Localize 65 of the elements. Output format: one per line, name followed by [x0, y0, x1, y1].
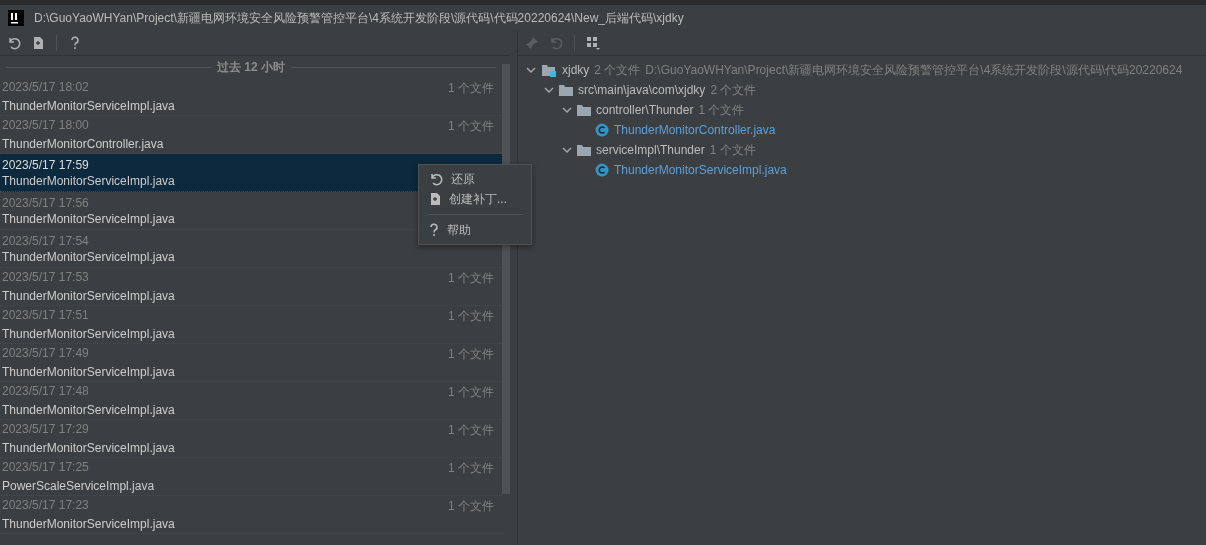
- file-count: 1 个文件: [448, 270, 494, 287]
- timestamp: 2023/5/17 17:53: [2, 270, 89, 286]
- file-name: ThunderMonitorServiceImpl.java: [2, 289, 175, 303]
- folder-name: src\main\java\com\xjdky: [578, 83, 706, 97]
- file-count: 1 个文件: [448, 308, 494, 325]
- file-count: 1 个文件: [448, 498, 494, 515]
- undo-icon: [549, 36, 563, 50]
- folder-icon: [577, 104, 591, 116]
- timestamp: 2023/5/17 18:00: [2, 118, 89, 134]
- folder-name: xjdky: [562, 63, 590, 77]
- file-name: ThunderMonitorController.java: [614, 123, 776, 137]
- group-label: 过去 12 小时: [217, 58, 285, 76]
- file-count: 1 个文件: [709, 141, 756, 159]
- chevron-down-icon[interactable]: [526, 65, 536, 75]
- grid-icon: [586, 36, 600, 50]
- chevron-down-icon[interactable]: [562, 105, 572, 115]
- file-name: ThunderMonitorServiceImpl.java: [2, 517, 175, 531]
- folder-path: D:\GuoYaoWHYan\Project\新疆电网环境安全风险预警管控平台\4系统开发阶段\源代码\代码20220624: [645, 61, 1183, 79]
- file-count: 1 个文件: [698, 101, 745, 119]
- class-icon: [595, 123, 609, 137]
- timestamp: 2023/5/17 17:59: [2, 157, 89, 172]
- timestamp: 2023/5/17 17:25: [2, 460, 89, 476]
- timestamp: 2023/5/17 17:54: [2, 233, 89, 248]
- file-name: ThunderMonitorServiceImpl.java: [2, 211, 175, 226]
- help-icon: [429, 223, 439, 237]
- file-count: 1 个文件: [448, 346, 494, 363]
- file-name: ThunderMonitorServiceImpl.java: [2, 403, 175, 417]
- file-count: 1 个文件: [448, 422, 494, 439]
- folder-name: serviceImpl\Thunder: [596, 143, 705, 157]
- timestamp: 2023/5/17 17:51: [2, 308, 89, 324]
- module-folder-icon: [541, 63, 557, 77]
- file-name: PowerScaleServiceImpl.java: [2, 479, 155, 493]
- file-count: 2 个文件: [594, 61, 641, 79]
- file-count: 1 个文件: [448, 118, 494, 135]
- timestamp: 2023/5/17 17:23: [2, 498, 89, 514]
- file-name: ThunderMonitorServiceImpl.java: [2, 249, 175, 264]
- file-count: 2 个文件: [710, 81, 757, 99]
- window-title: D:\GuoYaoWHYan\Project\新疆电网环境安全风险预警管控平台\4系统开发阶段\源代码\代码20220624\New_后端代码\xjdky: [34, 9, 684, 27]
- file-count: 1 个文件: [448, 460, 494, 477]
- document-plus-icon: [32, 36, 44, 50]
- folder-name: controller\Thunder: [596, 103, 694, 117]
- file-count: 1 个文件: [448, 384, 494, 401]
- timestamp: 2023/5/17 17:29: [2, 422, 89, 438]
- file-name: ThunderMonitorController.java: [2, 137, 164, 151]
- app-logo-icon: [8, 10, 24, 26]
- undo-icon: [429, 172, 443, 186]
- file-name: ThunderMonitorServiceImpl.java: [2, 441, 175, 455]
- timestamp: 2023/5/17 17:56: [2, 195, 89, 210]
- file-name: ThunderMonitorServiceImpl.java: [2, 173, 175, 188]
- timestamp: 2023/5/17 18:02: [2, 80, 89, 96]
- chevron-down-icon[interactable]: [562, 145, 572, 155]
- folder-icon: [559, 84, 573, 96]
- undo-icon: [7, 36, 21, 50]
- class-icon: [595, 163, 609, 177]
- document-plus-icon: [429, 192, 441, 206]
- file-name: ThunderMonitorServiceImpl.java: [2, 365, 175, 379]
- file-name: ThunderMonitorServiceImpl.java: [614, 163, 787, 177]
- folder-icon: [577, 144, 591, 156]
- help-icon: [70, 36, 80, 50]
- file-count: 1 个文件: [448, 80, 494, 97]
- file-name: ThunderMonitorServiceImpl.java: [2, 327, 175, 341]
- file-name: ThunderMonitorServiceImpl.java: [2, 99, 175, 113]
- timestamp: 2023/5/17 17:48: [2, 384, 89, 400]
- timestamp: 2023/5/17 17:49: [2, 346, 89, 362]
- chevron-down-icon[interactable]: [544, 85, 554, 95]
